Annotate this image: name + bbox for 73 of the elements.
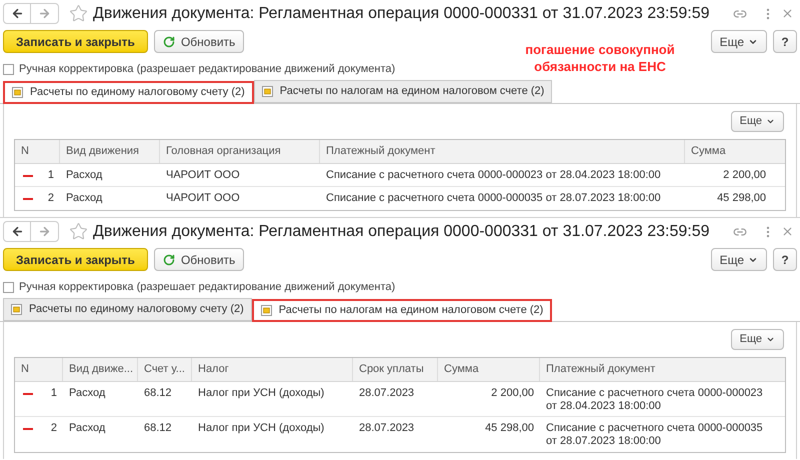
caret-icon (766, 117, 775, 126)
refresh-button[interactable]: Обновить (154, 248, 244, 271)
arrow-left-icon (10, 7, 24, 20)
table-icon (260, 305, 272, 316)
help-button[interactable]: ? (773, 30, 797, 53)
column-header[interactable]: Налог (198, 361, 229, 378)
table-cell: Налог при УСН (доходы) (198, 387, 324, 400)
refresh-icon (162, 36, 175, 48)
table-cell-text: Списание с расчетного счета 0000-000035 от 28.07.2023 18:00:00 (546, 422, 764, 448)
table-cell-text: Списание с расчетного счета 0000-000023 от 28.04.2023 18:00:00 (546, 387, 764, 413)
table-cell: Расход (66, 192, 102, 205)
table-icon (12, 87, 23, 98)
save-and-close-button[interactable]: Записать и закрыть (3, 30, 148, 53)
checkbox[interactable] (3, 282, 14, 292)
column-header[interactable]: Платежный документ (326, 143, 436, 160)
window-title: Движения документа: Регламентная операция 0000-000331 от 31.07.2023 23:59:59 (93, 222, 710, 242)
table-icon (262, 86, 273, 97)
help-button[interactable]: ? (773, 248, 797, 271)
more-button[interactable]: Еще (710, 30, 767, 53)
column-header[interactable]: Срок уплаты (359, 361, 424, 378)
more-button[interactable]: Еще (730, 111, 784, 132)
more-button[interactable]: Еще (730, 329, 784, 350)
table-cell: 1 (50, 387, 57, 400)
table-cell: Налог при УСН (доходы) (198, 422, 324, 435)
star-icon[interactable] (69, 4, 88, 23)
table-cell: Расход (69, 422, 106, 435)
window-title: Движения документа: Регламентная операция 0000-000331 от 31.07.2023 23:59:59 (93, 4, 710, 24)
close-icon[interactable] (781, 7, 794, 20)
column-header[interactable]: Вид движения (66, 143, 140, 160)
save-and-close-button[interactable]: Записать и закрыть (3, 248, 148, 271)
column-header[interactable]: Головная организация (166, 143, 281, 160)
tab[interactable]: Расчеты по налогам на едином налоговом счете (2) (252, 299, 552, 322)
table-cell: 68.12 (144, 387, 172, 400)
table-cell: 28.07.2023 (359, 387, 414, 400)
more-button[interactable]: Еще (710, 248, 767, 271)
table-cell: 2 (50, 422, 57, 435)
table-cell: Списание с расчетного счета 0000-000023 от 28.04.2023 18:00:00 (326, 169, 661, 182)
arrow-left-icon (10, 225, 24, 238)
table-cell: 2 200,00 (723, 169, 766, 182)
close-icon[interactable] (781, 225, 794, 238)
refresh-icon (162, 254, 175, 266)
annotation-text: погашение совокупной обязанности на ЕНС (524, 41, 676, 75)
table-cell: 2 (48, 192, 54, 205)
column-header[interactable]: Счет у... (144, 361, 185, 378)
tab[interactable]: Расчеты по единому налоговому счету (2) (3, 81, 254, 104)
table-cell: 45 298,00 (485, 422, 534, 435)
table-cell: 2 200,00 (491, 387, 534, 400)
column-header[interactable]: Сумма (444, 361, 479, 378)
checkbox-label: Ручная корректировка (разрешает редактирование движений документа) (19, 62, 396, 77)
table-cell: Расход (69, 387, 106, 400)
column-header[interactable]: N (21, 143, 29, 160)
tab[interactable]: Расчеты по единому налоговому счету (2) (3, 298, 252, 321)
column-header[interactable]: Вид движе... (69, 361, 134, 378)
table-cell: Списание с расчетного счета 0000-000035 от 28.07.2023 18:00:00 (326, 192, 661, 205)
column-header[interactable]: N (21, 361, 29, 378)
table-cell: 68.12 (144, 422, 172, 435)
table-cell: 28.07.2023 (359, 422, 414, 435)
checkbox-label: Ручная корректировка (разрешает редактирование движений документа) (19, 280, 396, 295)
arrow-right-icon (38, 7, 51, 20)
table-cell: 45 298,00 (717, 192, 766, 205)
star-icon[interactable] (69, 222, 88, 241)
tab[interactable]: Расчеты по налогам на едином налоговом счете (2) (254, 80, 552, 103)
checkbox[interactable] (3, 64, 14, 74)
caret-icon (766, 335, 775, 344)
table-cell: 1 (48, 169, 54, 182)
refresh-button[interactable]: Обновить (154, 30, 244, 53)
column-header[interactable]: Платежный документ (546, 361, 656, 378)
table-cell: Расход (66, 169, 102, 182)
table-icon (11, 304, 22, 315)
table-cell: ЧАРОИТ ООО (166, 169, 240, 182)
arrow-right-icon (38, 225, 51, 238)
table-cell: ЧАРОИТ ООО (166, 192, 240, 205)
column-header[interactable]: Сумма (691, 143, 726, 160)
